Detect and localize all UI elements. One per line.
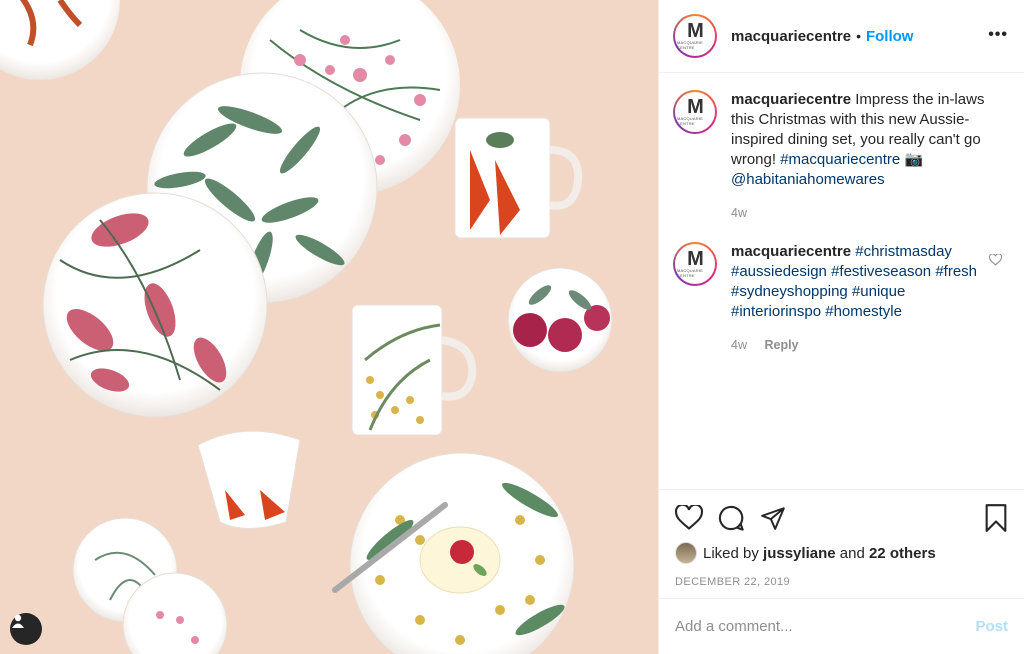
- hashtag-link[interactable]: #macquariecentre: [780, 151, 900, 168]
- comment-age[interactable]: 4w: [731, 206, 747, 220]
- comment-meta: 4w Reply: [731, 338, 993, 352]
- comment-meta: 4w: [731, 206, 993, 220]
- hashtag-link[interactable]: #christmasday: [855, 243, 952, 260]
- comment-username[interactable]: macquariecentre: [731, 91, 851, 108]
- hashtag-link[interactable]: #sydneyshopping: [731, 283, 848, 300]
- reply-button[interactable]: Reply: [764, 338, 798, 352]
- comment-icon[interactable]: [717, 504, 745, 532]
- post-photo[interactable]: [0, 0, 658, 654]
- post-actions: Liked by jussyliane and 22 others DECEMB…: [659, 489, 1024, 588]
- more-options-icon[interactable]: •••: [988, 26, 1008, 44]
- mention-link[interactable]: @habitaniahomewares: [731, 171, 885, 188]
- hashtags-comment: M MACQUARIE CENTRE macquariecentre #chri…: [673, 242, 1010, 352]
- avatar-subtext: MACQUARIE CENTRE: [677, 40, 704, 50]
- liker-avatar[interactable]: [675, 542, 697, 564]
- avatar-letter: M: [687, 248, 704, 270]
- comment-username[interactable]: macquariecentre: [731, 243, 851, 260]
- hashtag-link[interactable]: #homestyle: [825, 303, 902, 320]
- separator-dot: •: [856, 28, 861, 44]
- post-comment-button[interactable]: Post: [975, 618, 1008, 635]
- hashtag-link[interactable]: #interiorinspo: [731, 303, 821, 320]
- bookmark-icon[interactable]: [984, 504, 1008, 532]
- post-date[interactable]: DECEMBER 22, 2019: [675, 576, 1008, 588]
- comment-like-heart-icon[interactable]: [989, 254, 1002, 266]
- heart-icon[interactable]: [675, 505, 703, 531]
- share-icon[interactable]: [759, 505, 787, 531]
- comment-text: macquariecentre #christmasday #aussiedes…: [731, 242, 993, 322]
- comment-age[interactable]: 4w: [731, 338, 747, 352]
- comment-text: macquariecentre Impress the in-laws this…: [731, 90, 993, 190]
- hashtag-link[interactable]: #aussiedesign: [731, 263, 827, 280]
- avatar-subtext: MACQUARIE CENTRE: [677, 268, 704, 278]
- likes-prefix: Liked by: [703, 544, 759, 562]
- avatar[interactable]: M MACQUARIE CENTRE: [673, 14, 717, 58]
- likes-and: and: [839, 544, 865, 562]
- caption-comment: M MACQUARIE CENTRE macquariecentre Impre…: [673, 90, 1010, 220]
- likes-count-link[interactable]: 22 others: [869, 545, 936, 562]
- avatar[interactable]: M MACQUARIE CENTRE: [673, 90, 717, 134]
- post-header: M MACQUARIE CENTRE macquariecentre • Fol…: [659, 0, 1024, 73]
- add-comment-bar: Post: [659, 598, 1024, 654]
- camera-emoji: 📷: [904, 151, 924, 168]
- user-tag-button[interactable]: [10, 613, 42, 645]
- liker-username[interactable]: jussyliane: [763, 545, 836, 562]
- likes-summary: Liked by jussyliane and 22 others: [675, 542, 1008, 564]
- avatar-letter: M: [687, 20, 704, 42]
- user-tag-icon: [12, 614, 24, 628]
- hashtag-link[interactable]: #festiveseason: [831, 263, 931, 280]
- header-username[interactable]: macquariecentre: [731, 28, 851, 45]
- avatar-letter: M: [687, 96, 704, 118]
- dinnerware-illustration: [0, 0, 613, 654]
- avatar[interactable]: M MACQUARIE CENTRE: [673, 242, 717, 286]
- action-icons: [675, 502, 1008, 534]
- follow-button[interactable]: Follow: [866, 28, 914, 45]
- avatar-subtext: MACQUARIE CENTRE: [677, 116, 704, 126]
- comments-list: M MACQUARIE CENTRE macquariecentre Impre…: [673, 90, 1010, 374]
- hashtag-link[interactable]: #fresh: [935, 263, 977, 280]
- post-side-panel: M MACQUARIE CENTRE macquariecentre • Fol…: [658, 0, 1024, 654]
- hashtag-link[interactable]: #unique: [852, 283, 905, 300]
- comment-input[interactable]: [675, 618, 976, 635]
